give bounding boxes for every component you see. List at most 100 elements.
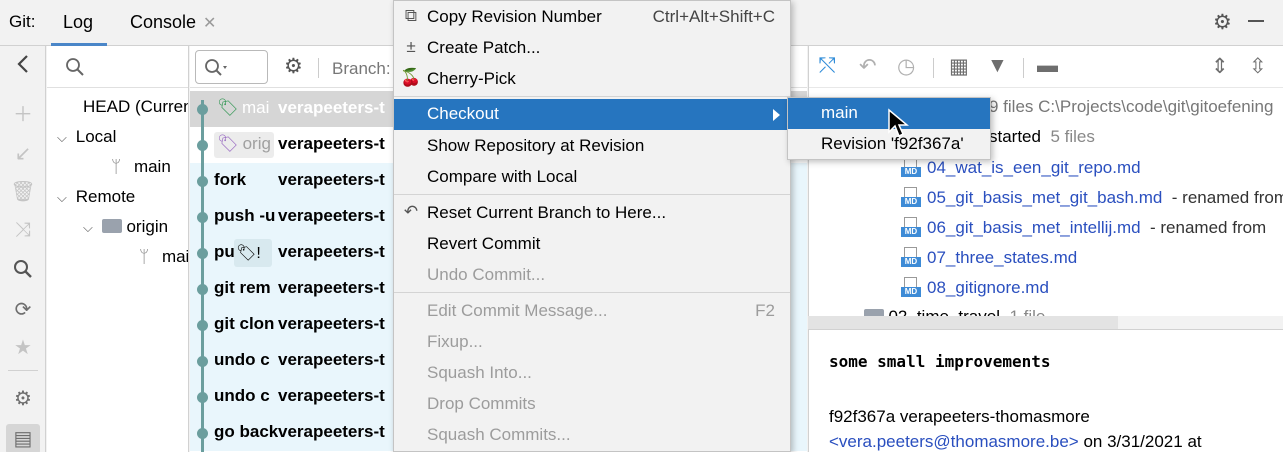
settings-icon[interactable]: ⚙: [0, 387, 46, 411]
folder-icon: [863, 309, 884, 316]
menu-item-cherry-pick[interactable]: 🍒 Cherry-Pick: [394, 64, 790, 95]
menu-item-label: Squash Into...: [427, 363, 532, 382]
commit-graph-node: [197, 248, 208, 259]
branch-label: Local: [75, 127, 117, 146]
commit-message: orig: [242, 134, 271, 153]
commit-date: on 3/31/2021 at: [1078, 432, 1202, 451]
folder-row[interactable]: started 5 files: [989, 127, 1095, 147]
branch-tree-origin[interactable]: ⌵ origin: [83, 217, 168, 237]
markdown-file-icon: MD: [901, 217, 921, 237]
branch-search-bar[interactable]: [47, 46, 188, 88]
menu-item-shortcut: Ctrl+Alt+Shift+C: [652, 7, 775, 26]
branch-tree-remote[interactable]: ⌵ Remote: [57, 187, 135, 207]
commit-graph-node: [197, 176, 208, 187]
search-icon[interactable]: [0, 259, 46, 285]
branch-tree-origin-main[interactable]: ᛘ main: [139, 247, 188, 267]
commit-author: verapeeters-t: [278, 134, 385, 153]
commit-author: verapeeters-t: [278, 278, 385, 297]
branch-tree-head[interactable]: HEAD (Current Branch): [83, 97, 188, 117]
chevron-down-icon[interactable]: ⌵: [57, 130, 71, 146]
divider: [933, 58, 934, 78]
menu-item-checkout[interactable]: Checkout: [394, 99, 790, 130]
commit-graph-node: [197, 320, 208, 331]
search-icon: [66, 58, 84, 76]
update-icon[interactable]: ↙: [0, 142, 46, 166]
menu-item-squash-into[interactable]: Squash Into...: [394, 358, 790, 389]
menu-item-squash-commits[interactable]: Squash Commits...: [394, 420, 790, 451]
view-options-icon[interactable]: ▬: [1037, 54, 1058, 78]
filter-icon[interactable]: ▼: [987, 54, 1008, 78]
menu-item-label: Compare with Local: [427, 167, 578, 186]
divider: [318, 58, 319, 78]
commit-message: undo c: [214, 386, 270, 405]
minimize-icon[interactable]: [1248, 20, 1264, 22]
divider: [1023, 58, 1024, 78]
commit-graph-node: [197, 428, 208, 439]
collapse-all-icon[interactable]: ⇳: [1249, 54, 1267, 79]
folder-row[interactable]: ⌵ 02_time_travel 1 file: [845, 307, 1045, 316]
menu-item-reset-branch[interactable]: ↶ Reset Current Branch to Here...: [394, 198, 790, 229]
menu-item-fixup[interactable]: Fixup...: [394, 327, 790, 358]
branch-filter-label[interactable]: Branch:: [332, 59, 391, 79]
commit-message: mai: [242, 98, 270, 117]
branch-tree-local-main[interactable]: ᛘ main: [111, 157, 171, 177]
branch-tree-local[interactable]: ⌵ Local: [57, 127, 116, 147]
log-tool-strip: ＋ ↙ 🗑 ⤨ ⟳ ★ ⚙ ▤: [0, 46, 46, 452]
commit-graph-node: [197, 392, 208, 403]
star-icon[interactable]: ★: [0, 336, 46, 360]
menu-item-shortcut: F2: [755, 301, 775, 320]
commit-author: verapeeters-t: [278, 386, 385, 405]
commit-author: verapeeters-t: [278, 170, 385, 189]
branch-icon: ᛘ: [139, 247, 150, 266]
file-row[interactable]: MD 06_git_basis_met_intellij.md - renamed…: [901, 217, 1266, 238]
refresh-icon[interactable]: ⟳: [0, 298, 46, 322]
menu-item-edit-message[interactable]: Edit Commit Message... F2: [394, 296, 790, 327]
delete-icon[interactable]: 🗑: [0, 180, 46, 204]
history-icon[interactable]: ◷: [897, 54, 915, 79]
menu-item-compare-local[interactable]: Compare with Local: [394, 162, 790, 193]
menu-item-revert-commit[interactable]: Revert Commit: [394, 229, 790, 260]
submenu-arrow-icon: [773, 109, 780, 121]
compare-icon[interactable]: ⤲: [819, 54, 836, 78]
tab-log[interactable]: Log: [50, 12, 108, 46]
tag-badge: 🏷: [214, 96, 242, 122]
divider: [8, 370, 38, 371]
commit-message: push -u: [214, 206, 276, 225]
expand-all-icon[interactable]: ⇕: [1211, 54, 1229, 79]
patch-icon: ±: [406, 37, 416, 56]
chevron-down-icon[interactable]: ⌵: [57, 190, 71, 206]
menu-item-label: Fixup...: [427, 332, 483, 351]
file-row[interactable]: MD 04_wat_is_een_git_repo.md: [901, 157, 1141, 178]
commit-author: verapeeters-t: [278, 422, 385, 441]
settings-gear-icon[interactable]: ⚙: [1213, 10, 1232, 35]
menu-item-undo-commit[interactable]: Undo Commit...: [394, 260, 790, 291]
horizontal-scrollbar[interactable]: [808, 316, 1118, 329]
log-settings-icon[interactable]: ⚙: [284, 54, 303, 79]
commit-message: pu: [214, 242, 235, 261]
commit-message: undo c: [214, 350, 270, 369]
menu-separator: [394, 96, 790, 97]
file-row[interactable]: MD 08_gitignore.md: [901, 277, 1049, 298]
group-by-icon[interactable]: ▦: [949, 54, 969, 79]
commit-graph-node: [197, 284, 208, 295]
merge-icon[interactable]: ⤨: [0, 218, 46, 242]
layout-toggle-icon[interactable]: ▤: [6, 424, 40, 452]
commit-author: verapeeters-t: [278, 350, 385, 369]
menu-item-show-repository[interactable]: Show Repository at Revision: [394, 131, 790, 162]
file-row[interactable]: MD 05_git_basis_met_git_bash.md - renamed…: [901, 187, 1283, 208]
author-email-link[interactable]: <vera.peeters@thomasmore.be>: [829, 432, 1079, 451]
tab-console[interactable]: Console: [130, 12, 196, 33]
file-name: 06_git_basis_met_intellij.md: [927, 218, 1141, 237]
back-arrow-icon[interactable]: [0, 54, 46, 80]
revert-icon[interactable]: ↶: [859, 54, 877, 79]
tag-badge: 🏷!: [234, 239, 272, 267]
add-icon[interactable]: ＋: [0, 103, 46, 127]
file-row[interactable]: MD 07_three_states.md: [901, 247, 1077, 268]
close-tab-icon[interactable]: ✕: [203, 13, 216, 33]
menu-item-create-patch[interactable]: ± Create Patch...: [394, 33, 790, 64]
tag-badge: 🏷 orig: [214, 132, 274, 158]
chevron-down-icon[interactable]: ⌵: [83, 220, 97, 236]
menu-item-drop-commits[interactable]: Drop Commits: [394, 389, 790, 420]
commit-filter-input[interactable]: [195, 50, 268, 84]
menu-item-copy-revision[interactable]: ⧉ Copy Revision Number Ctrl+Alt+Shift+C: [394, 2, 790, 33]
